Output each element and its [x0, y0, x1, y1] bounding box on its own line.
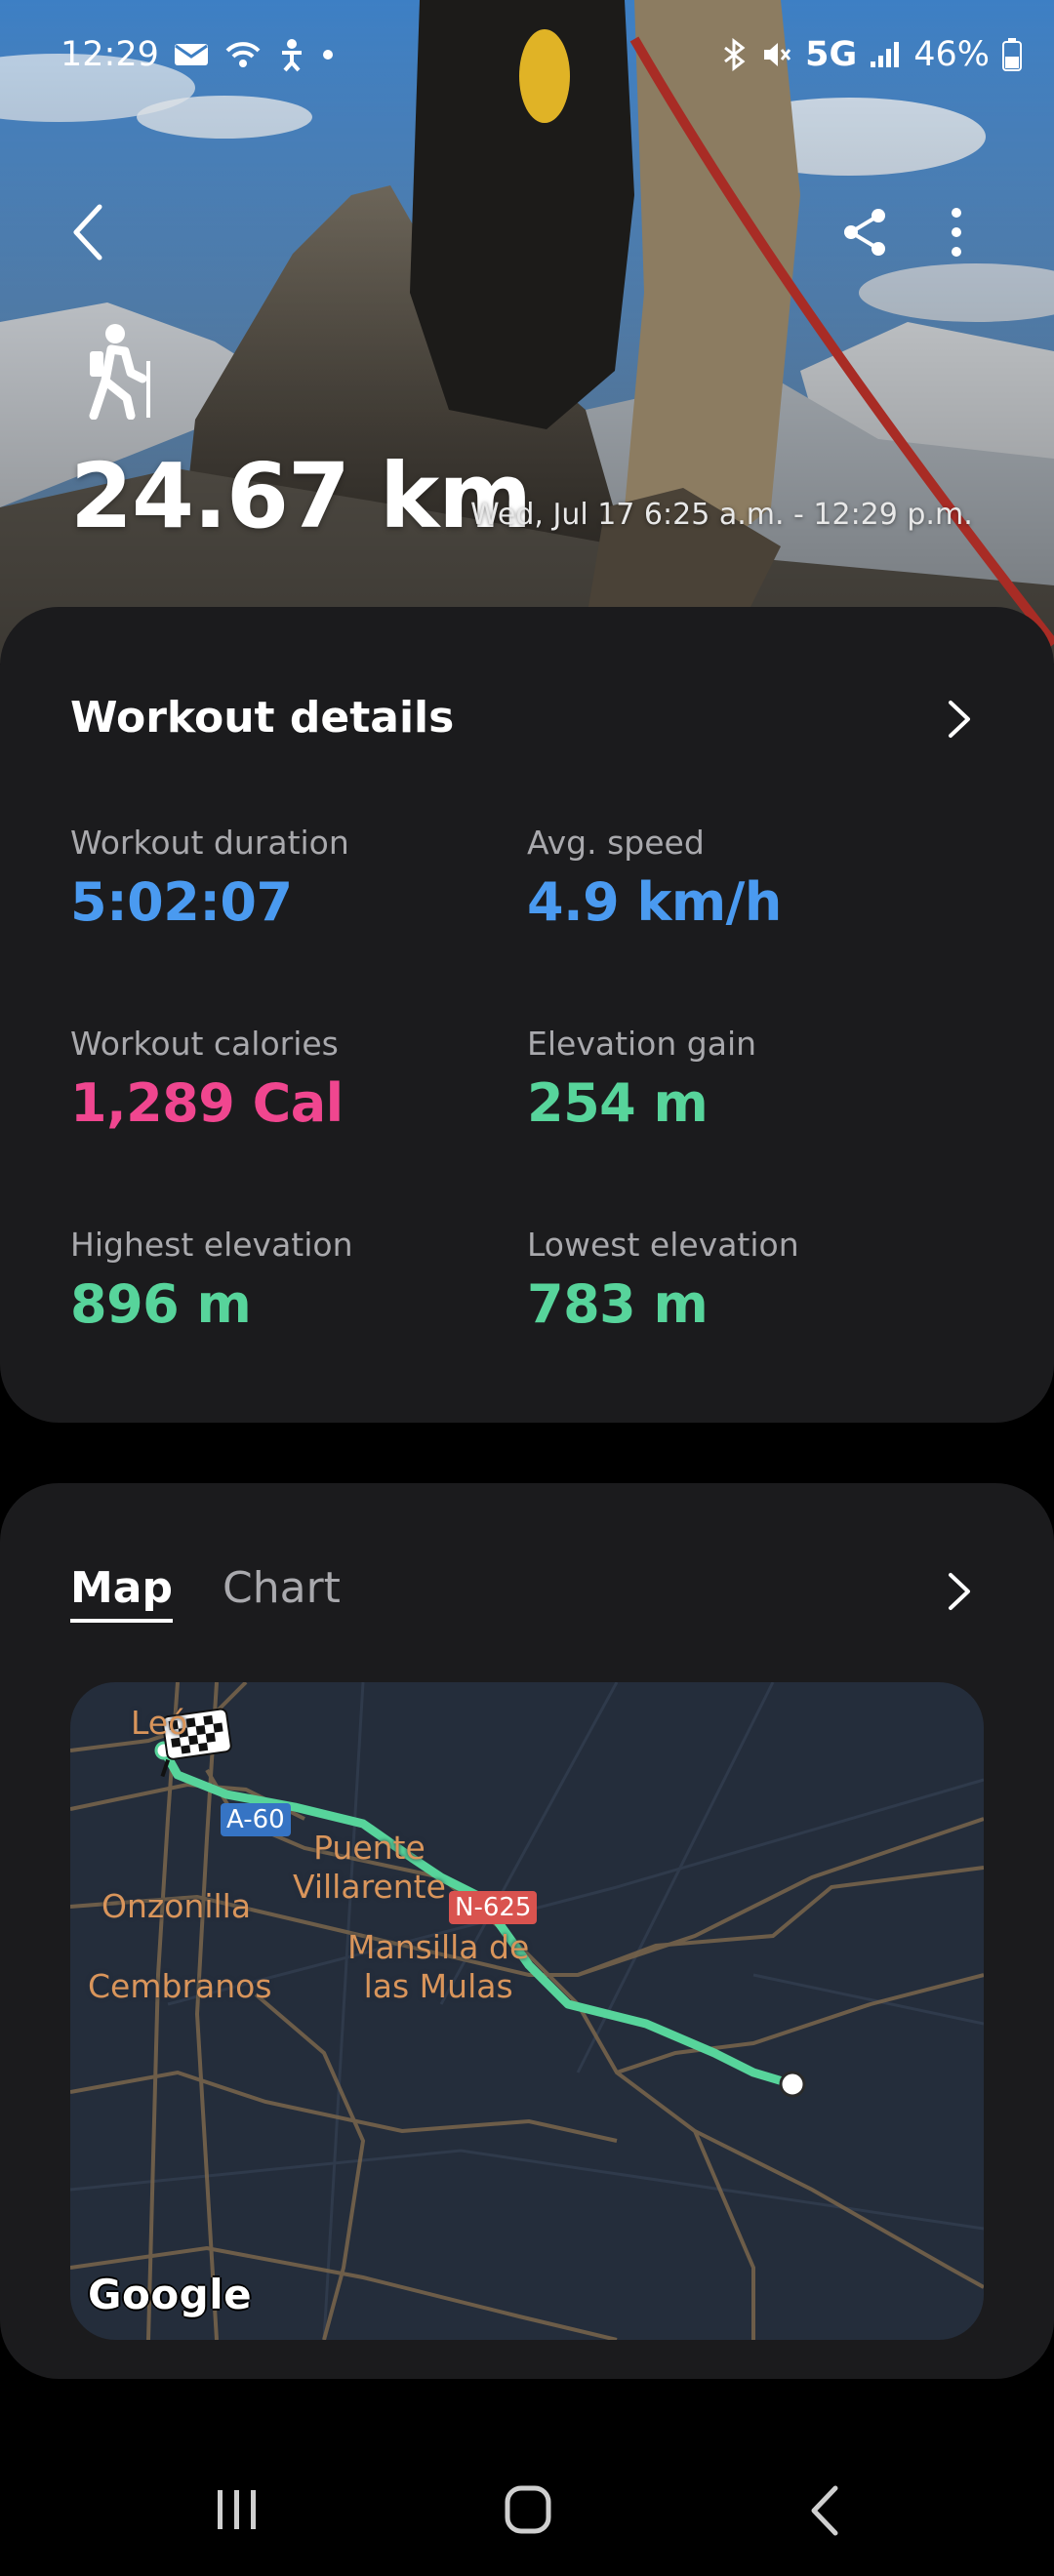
- metric-avg-speed: Avg. speed 4.9 km/h: [527, 824, 782, 933]
- hero-photo: 12:29 5G 46% 24.67 km Wed, Jul 17 6:25 a…: [0, 0, 1054, 664]
- tab-map-label: Map: [70, 1563, 173, 1613]
- recent-apps-button[interactable]: [213, 2486, 262, 2533]
- metric-value: 896 m: [70, 1273, 252, 1335]
- home-button[interactable]: [504, 2484, 552, 2535]
- map-card: Map Chart Leó Puente Villarente Onzonill…: [0, 1483, 1054, 2379]
- route-map[interactable]: Leó Puente Villarente Onzonilla Mansilla…: [70, 1682, 984, 2340]
- hero-background: [0, 0, 1054, 664]
- signal-icon: [871, 42, 900, 67]
- battery-percent: 46%: [913, 35, 990, 74]
- workout-details-card: Workout details Workout duration 5:02:07…: [0, 607, 1054, 1423]
- metric-workout-duration: Workout duration 5:02:07: [70, 824, 349, 933]
- system-back-button[interactable]: [806, 2484, 845, 2537]
- map-label-puente-villarente: Puente Villarente: [293, 1829, 446, 1906]
- google-attribution: Google: [88, 2271, 253, 2318]
- metric-value: 4.9 km/h: [527, 871, 782, 933]
- metric-label: Avg. speed: [527, 824, 705, 862]
- road-sign-a60: A-60: [221, 1803, 291, 1836]
- metric-label: Workout duration: [70, 824, 349, 862]
- metric-label: Lowest elevation: [527, 1226, 799, 1264]
- distance-value: 24.67 km: [70, 444, 532, 548]
- workout-details-chevron-right-icon[interactable]: [945, 697, 974, 742]
- status-time: 12:29: [61, 35, 159, 74]
- tab-chart-label: Chart: [223, 1563, 341, 1613]
- map-label-onzonilla: Onzonilla: [101, 1887, 252, 1925]
- mute-icon: [764, 43, 791, 66]
- accessibility-icon: [281, 39, 302, 72]
- metric-lowest-elevation: Lowest elevation 783 m: [527, 1226, 799, 1335]
- metric-value: 254 m: [527, 1072, 709, 1134]
- workout-date-range: Wed, Jul 17 6:25 a.m. - 12:29 p.m.: [470, 498, 973, 532]
- active-tab-indicator: [70, 1619, 173, 1623]
- more-options-button[interactable]: [947, 207, 966, 258]
- bluetooth-icon: [724, 38, 746, 71]
- battery-icon: [1002, 38, 1022, 71]
- metric-value: 783 m: [527, 1273, 709, 1335]
- tab-map[interactable]: Map: [70, 1563, 173, 1623]
- metric-label: Highest elevation: [70, 1226, 353, 1264]
- hiking-icon: [89, 324, 150, 420]
- metric-elevation-gain: Elevation gain 254 m: [527, 1025, 756, 1134]
- route-start-point: [779, 2071, 806, 2098]
- system-navigation-bar: [0, 2439, 1054, 2576]
- map-roads: [70, 1682, 984, 2340]
- metric-highest-elevation: Highest elevation 896 m: [70, 1226, 353, 1335]
- metric-value: 1,289 Cal: [70, 1072, 344, 1134]
- map-chevron-right-icon[interactable]: [945, 1569, 974, 1614]
- map-label-leon: Leó: [131, 1704, 188, 1742]
- tab-chart[interactable]: Chart: [223, 1563, 341, 1613]
- back-button[interactable]: [68, 203, 107, 262]
- mail-icon: [174, 44, 208, 65]
- workout-details-title: Workout details: [70, 693, 455, 743]
- network-type: 5G: [805, 35, 858, 74]
- metric-label: Workout calories: [70, 1025, 339, 1063]
- metric-value: 5:02:07: [70, 871, 293, 933]
- map-label-cembranos: Cembranos: [88, 1967, 272, 2005]
- metric-label: Elevation gain: [527, 1025, 757, 1063]
- metric-workout-calories: Workout calories 1,289 Cal: [70, 1025, 344, 1134]
- wifi-calling-icon: [225, 42, 261, 67]
- share-button[interactable]: [841, 207, 888, 258]
- road-sign-n625: N-625: [449, 1891, 538, 1924]
- status-bar: 12:29 5G 46%: [0, 27, 1054, 86]
- map-label-mansilla: Mansilla de las Mulas: [347, 1928, 530, 2005]
- notification-dot-icon: [322, 50, 333, 60]
